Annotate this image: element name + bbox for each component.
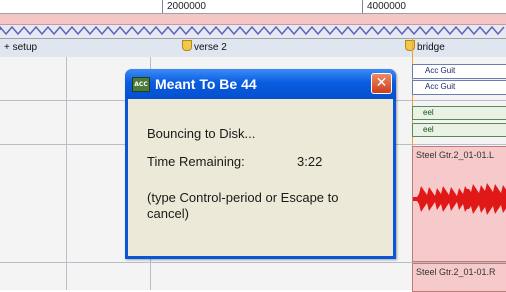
ruler-mark-2000000: 2000000 xyxy=(167,1,206,12)
status-text: Bouncing to Disk... xyxy=(147,126,256,141)
region-name: Steel Gtr.2_01-01.L xyxy=(416,150,495,160)
grid-line xyxy=(66,57,67,290)
cancel-hint: (type Control-period or Escape to cancel… xyxy=(147,190,339,221)
marker-track[interactable]: + setup verse 2 bridge xyxy=(0,38,506,58)
ruler-tick xyxy=(362,0,363,13)
marker-pin-icon xyxy=(182,40,192,51)
clip-label: Acc Guit xyxy=(425,82,456,91)
bounce-dialog: ACC Meant To Be 44 ✕ Bouncing to Disk...… xyxy=(125,69,396,259)
marker-label: bridge xyxy=(417,42,445,53)
dialog-title: Meant To Be 44 xyxy=(155,76,257,92)
audio-waveform xyxy=(413,183,506,215)
green-clip[interactable]: eel xyxy=(412,123,506,137)
clip-label: eel xyxy=(423,125,434,134)
marker-verse-2[interactable]: verse 2 xyxy=(182,39,227,57)
marker-label: + setup xyxy=(4,42,38,53)
audio-region-steel-gtr-right[interactable]: Steel Gtr.2_01-01.R xyxy=(412,263,506,292)
tempo-waveform-strip[interactable] xyxy=(0,25,506,38)
timeline-ruler[interactable]: 2000000 4000000 xyxy=(0,0,506,14)
clip-label: Acc Guit xyxy=(425,66,456,75)
region-name: Steel Gtr.2_01-01.R xyxy=(416,267,496,277)
midi-clip[interactable]: Acc Guit xyxy=(412,80,506,95)
ruler-mark-4000000: 4000000 xyxy=(367,1,406,12)
close-icon: ✕ xyxy=(375,75,388,91)
marker-setup[interactable]: + setup xyxy=(4,39,37,57)
marker-bridge[interactable]: bridge xyxy=(405,39,445,57)
time-remaining-label: Time Remaining: xyxy=(147,154,245,169)
time-remaining-value: 3:22 xyxy=(297,154,323,169)
ruler-tick xyxy=(162,0,163,13)
audio-region-steel-gtr-left[interactable]: Steel Gtr.2_01-01.L xyxy=(412,146,506,262)
dialog-title-bar[interactable]: ACC Meant To Be 44 ✕ xyxy=(125,69,396,99)
clip-label: eel xyxy=(423,108,434,117)
marker-label: verse 2 xyxy=(194,42,227,53)
app-icon: ACC xyxy=(132,77,150,92)
midi-clip[interactable]: Acc Guit xyxy=(412,64,506,79)
marker-pin-icon xyxy=(405,40,415,51)
green-clip[interactable]: eel xyxy=(412,106,506,120)
dialog-body: Bouncing to Disk... Time Remaining: 3:22… xyxy=(128,99,393,256)
conductor-track[interactable] xyxy=(0,14,506,25)
close-button[interactable]: ✕ xyxy=(371,73,392,94)
